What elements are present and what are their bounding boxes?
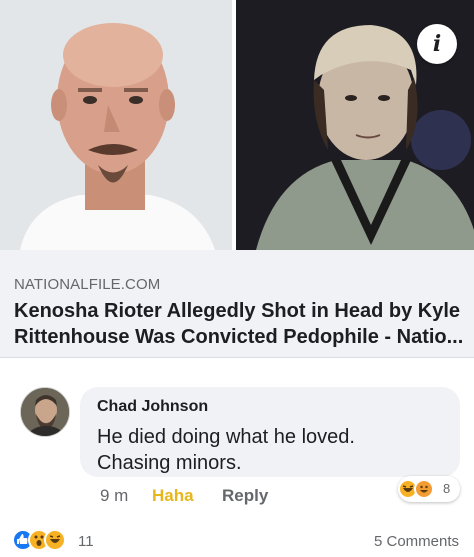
comment-reactions[interactable]	[398, 476, 460, 502]
reply-button[interactable]: Reply	[222, 486, 268, 506]
link-title-line1: Kenosha Rioter Allegedly Shot in Head by…	[14, 300, 461, 322]
comment-text-line2: Chasing minors.	[97, 452, 242, 474]
link-preview-image[interactable]: i	[0, 0, 474, 250]
comment-reaction-count: 8	[443, 481, 451, 496]
haha-button[interactable]: Haha	[152, 486, 194, 506]
link-domain: NATIONALFILE.COM	[14, 276, 161, 293]
comment-text-line1: He died doing what he loved.	[97, 426, 355, 448]
commenter-avatar[interactable]	[20, 387, 70, 437]
comment-text: He died doing what he loved. Chasing min…	[97, 424, 355, 476]
link-title[interactable]: Kenosha Rioter Allegedly Shot in Head by…	[14, 298, 466, 350]
laughing-emoji-icon	[414, 479, 434, 499]
mugshot-photo	[0, 0, 232, 250]
commenter-name[interactable]: Chad Johnson	[97, 398, 208, 416]
comment-time[interactable]: 9 m	[100, 486, 128, 506]
post-reactions[interactable]	[12, 529, 82, 553]
haha-reaction-icon	[44, 529, 66, 551]
link-title-line2: Rittenhouse Was Convicted Pedophile - Na…	[14, 326, 464, 348]
comments-count-link[interactable]: 5 Comments	[374, 533, 459, 550]
post-reaction-count[interactable]: 11	[78, 533, 94, 550]
info-icon[interactable]: i	[417, 24, 457, 64]
